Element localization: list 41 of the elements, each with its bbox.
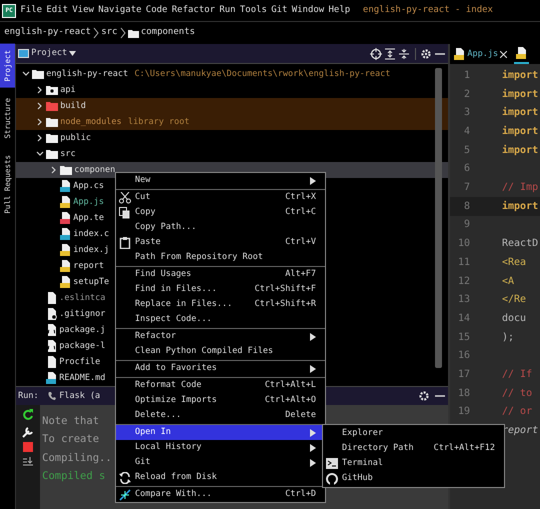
line-number: 16 [456,349,470,364]
code-line: ); [502,330,514,345]
line-number: 8 [462,200,470,214]
code-line: <Rea [502,256,526,270]
code-line: import [502,68,538,83]
line-number: 3 [462,106,470,120]
code-line: import [502,200,538,214]
code-line: // If [502,368,532,382]
code-line: import [502,88,538,102]
line-number: 6 [462,162,470,176]
code-line: </Re [502,293,526,308]
code-line: import [502,124,538,140]
line-number: 9 [462,218,470,232]
line-number: 1 [462,68,470,83]
line-number: 7 [462,181,470,196]
run-label: Run: [18,390,39,402]
line-number: 19 [456,405,470,420]
window-title: english-py-react - index [362,4,493,17]
console-line: Compiled s [42,470,106,482]
console-line: To create [42,433,100,445]
code-line: docu [502,312,526,326]
code-line: <A [502,274,514,289]
code-line: // or [502,405,532,420]
line-number: 18 [456,386,470,401]
console-line: Compiling.. [42,452,112,464]
code-line: // to [502,386,532,401]
code-line: import [502,144,538,158]
line-number: 12 [456,274,470,289]
code-line: // Imp [502,181,538,196]
line-number: 10 [456,237,470,252]
line-number: 2 [462,88,470,102]
line-number: 5 [462,144,470,158]
line-number: 11 [456,256,470,270]
line-number: 14 [456,312,470,326]
line-number: 4 [462,125,470,140]
line-number: 15 [456,330,470,345]
code-line: ReactD [502,237,538,252]
line-number: 17 [456,368,470,382]
console-line: Note that [42,414,100,426]
line-number: 13 [456,293,470,308]
code-line: import [502,106,538,120]
